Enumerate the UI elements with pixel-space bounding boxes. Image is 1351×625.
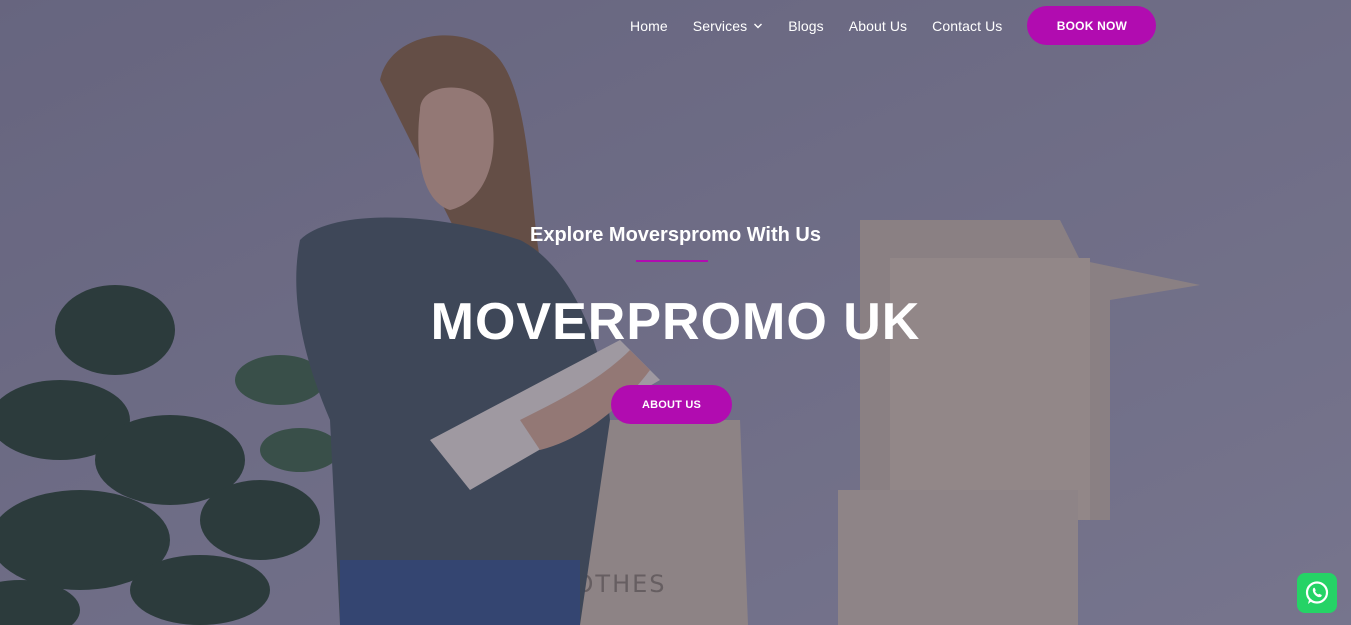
about-us-button[interactable]: ABOUT US bbox=[611, 385, 732, 424]
nav-item-home[interactable]: Home bbox=[630, 18, 668, 34]
hero-title: MOVERPROMO UK bbox=[430, 293, 921, 351]
nav-item-label: Services bbox=[692, 17, 748, 34]
main-nav: Home Services Blogs About Us Contact Us … bbox=[618, 6, 1157, 45]
hero-divider bbox=[636, 260, 708, 262]
chevron-down-icon bbox=[754, 23, 763, 28]
nav-item-label: Contact Us bbox=[932, 17, 1003, 34]
nav-item-label: Blogs bbox=[788, 17, 824, 34]
hero-section: LOTHES Home Services Blogs About Us Cont… bbox=[0, 0, 1351, 625]
nav-item-label: About Us bbox=[848, 17, 908, 34]
whatsapp-chat-button[interactable] bbox=[1297, 573, 1337, 613]
nav-item-blogs[interactable]: Blogs bbox=[788, 18, 824, 34]
hero-subtitle: Explore Moverspromo With Us bbox=[530, 224, 821, 246]
nav-item-label: Home bbox=[630, 17, 668, 34]
whatsapp-icon bbox=[1305, 581, 1329, 604]
book-now-button[interactable]: BOOK NOW bbox=[1027, 6, 1157, 45]
nav-item-about-us[interactable]: About Us bbox=[849, 18, 907, 34]
nav-item-services[interactable]: Services bbox=[693, 18, 763, 34]
nav-item-contact-us[interactable]: Contact Us bbox=[932, 18, 1002, 34]
